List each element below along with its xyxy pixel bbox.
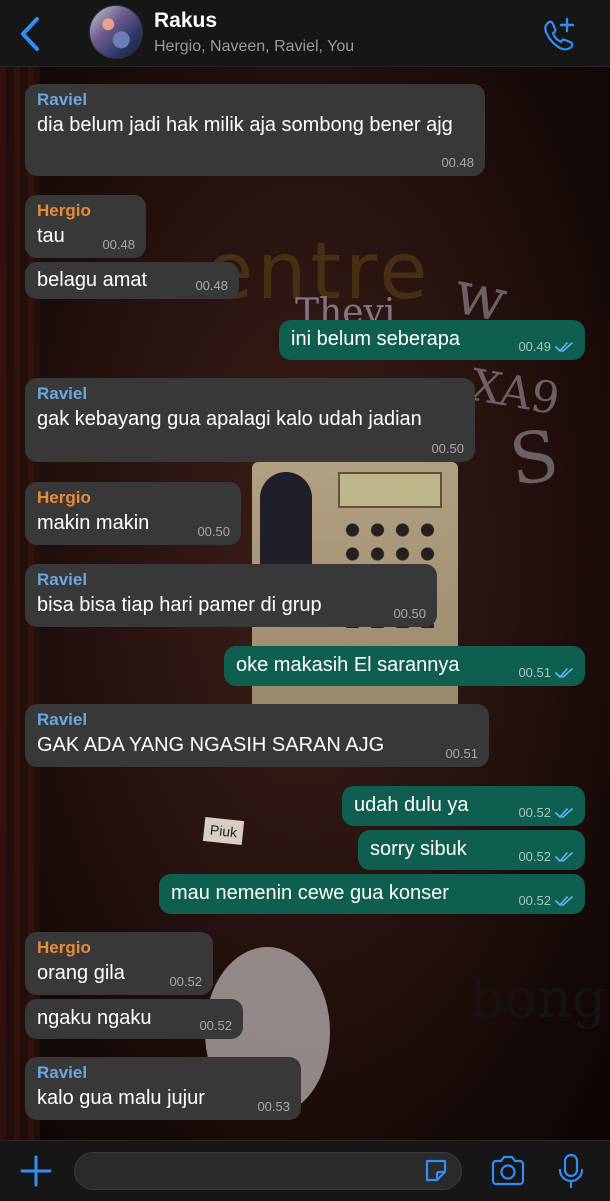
- wallpaper-sticker: Piuk: [202, 817, 245, 845]
- sender-name[interactable]: Raviel: [37, 570, 425, 590]
- message-bubble[interactable]: belagu amat 00.48: [25, 262, 239, 299]
- sender-name[interactable]: Hergio: [37, 938, 201, 958]
- chevron-left-icon: [21, 17, 39, 51]
- wallpaper-graffiti: XA9: [466, 359, 564, 426]
- phone-plus-icon: [544, 17, 575, 51]
- message-time: 00.50: [431, 441, 464, 456]
- message-text: gak kebayang gua apalagi kalo udah jadia…: [37, 408, 422, 430]
- wallpaper-graffiti: bong: [470, 967, 607, 1030]
- read-ticks-icon: [555, 851, 573, 862]
- sender-name[interactable]: Raviel: [37, 1063, 289, 1083]
- message-time: 00.53: [257, 1099, 290, 1114]
- sender-name[interactable]: Raviel: [37, 384, 463, 404]
- message-time: 00.51: [445, 746, 478, 761]
- sticker-icon[interactable]: [422, 1157, 450, 1185]
- payphone-screen: [338, 472, 442, 508]
- message-time: 00.51: [518, 665, 551, 680]
- message-time: 00.52: [518, 893, 551, 908]
- message-bubble[interactable]: oke makasih El sarannya 00.51: [224, 646, 585, 686]
- message-time: 00.50: [197, 524, 230, 539]
- message-bubble[interactable]: Hergio orang gila 00.52: [25, 932, 213, 995]
- message-time: 00.52: [169, 974, 202, 989]
- message-text: dia belum jadi hak milik aja sombong ben…: [37, 114, 453, 136]
- message-time: 00.52: [199, 1018, 232, 1033]
- message-input[interactable]: [74, 1152, 462, 1190]
- message-text: bisa bisa tiap hari pamer di grup: [37, 594, 322, 616]
- message-time: 00.48: [195, 278, 228, 293]
- camera-icon[interactable]: [490, 1155, 526, 1187]
- message-bubble[interactable]: Hergio makin makin 00.50: [25, 482, 241, 545]
- message-bubble[interactable]: ngaku ngaku 00.52: [25, 999, 243, 1039]
- message-time: 00.48: [102, 237, 135, 252]
- wallpaper-graffiti: S: [504, 414, 564, 502]
- sender-name[interactable]: Raviel: [37, 90, 473, 110]
- read-ticks-icon: [555, 341, 573, 352]
- chat-header: Rakus Hergio, Naveen, Raviel, You: [0, 0, 610, 67]
- plus-icon[interactable]: [18, 1153, 54, 1189]
- microphone-icon[interactable]: [556, 1153, 586, 1189]
- message-time: 00.48: [441, 155, 474, 170]
- message-time: 00.52: [518, 805, 551, 820]
- read-ticks-icon: [555, 895, 573, 906]
- message-time: 00.50: [393, 606, 426, 621]
- message-input-bar: [0, 1140, 610, 1201]
- message-bubble[interactable]: Raviel kalo gua malu jujur 00.53: [25, 1057, 301, 1120]
- message-bubble[interactable]: Raviel dia belum jadi hak milik aja somb…: [25, 84, 485, 176]
- message-text: kalo gua malu jujur: [37, 1087, 205, 1109]
- message-text: mau nemenin cewe gua konser: [171, 882, 449, 904]
- read-ticks-icon: [555, 807, 573, 818]
- message-bubble[interactable]: Raviel GAK ADA YANG NGASIH SARAN AJG 00.…: [25, 704, 489, 767]
- message-bubble[interactable]: sorry sibuk 00.52: [358, 830, 585, 870]
- message-time: 00.49: [518, 339, 551, 354]
- back-button[interactable]: [10, 14, 50, 54]
- add-call-button[interactable]: [538, 14, 578, 54]
- message-bubble[interactable]: Raviel bisa bisa tiap hari pamer di grup…: [25, 564, 437, 627]
- sender-name[interactable]: Hergio: [37, 488, 229, 508]
- chat-members[interactable]: Hergio, Naveen, Raviel, You: [154, 38, 354, 56]
- group-avatar[interactable]: [89, 5, 143, 59]
- message-bubble[interactable]: mau nemenin cewe gua konser 00.52: [159, 874, 585, 914]
- message-time: 00.52: [518, 849, 551, 864]
- read-ticks-icon: [555, 667, 573, 678]
- sender-name[interactable]: Raviel: [37, 710, 477, 730]
- message-bubble[interactable]: Hergio tau 00.48: [25, 195, 146, 258]
- chat-title[interactable]: Rakus: [154, 9, 217, 33]
- sender-name[interactable]: Hergio: [37, 201, 134, 221]
- message-bubble[interactable]: udah dulu ya 00.52: [342, 786, 585, 826]
- message-bubble[interactable]: Raviel gak kebayang gua apalagi kalo uda…: [25, 378, 475, 462]
- message-text: GAK ADA YANG NGASIH SARAN AJG: [37, 734, 385, 756]
- message-bubble[interactable]: ini belum seberapa 00.49: [279, 320, 585, 360]
